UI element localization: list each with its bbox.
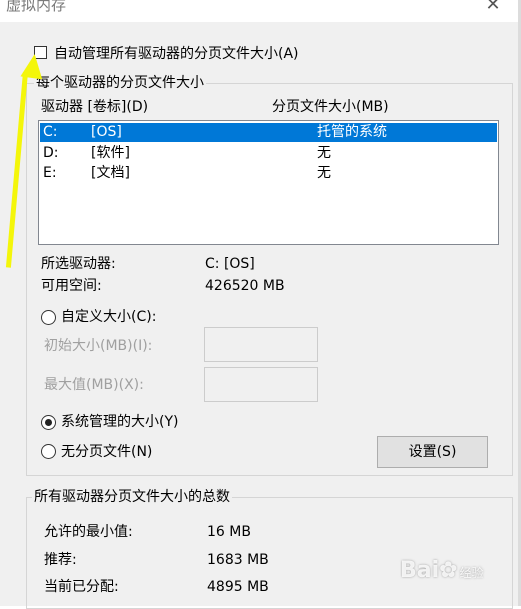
recommended-value: 1683 MB — [207, 552, 269, 568]
min-allowed-label: 允许的最小值: — [44, 524, 133, 540]
custom-size-label[interactable]: 自定义大小(C): — [61, 308, 156, 326]
drives-listbox[interactable]: C: [OS] 托管的系统 D: [软件] 无 E: [文档] 无 — [38, 120, 499, 245]
min-allowed-value: 16 MB — [207, 524, 251, 540]
close-icon[interactable]: ✕ — [482, 0, 504, 16]
drive-volume-label: [软件] — [91, 145, 130, 161]
drive-letter: D: — [43, 145, 59, 161]
drive-row-c[interactable]: C: [OS] 托管的系统 — [40, 123, 497, 142]
custom-size-radio[interactable] — [41, 310, 56, 325]
column-header-size: 分页文件大小(MB) — [272, 99, 389, 115]
no-paging-file-label[interactable]: 无分页文件(N) — [61, 443, 152, 461]
max-size-input[interactable] — [204, 367, 318, 402]
drive-letter: E: — [43, 165, 57, 181]
current-allocated-label: 当前已分配: — [44, 579, 119, 595]
system-managed-label[interactable]: 系统管理的大小(Y) — [61, 413, 178, 431]
watermark-suffix: 经验 — [459, 566, 484, 580]
drive-volume-label: [文档] — [91, 165, 130, 181]
selected-drive-value: C: [OS] — [205, 256, 255, 272]
drive-paging-size: 无 — [317, 145, 331, 161]
drive-paging-size: 托管的系统 — [317, 124, 387, 140]
watermark-text: Bai — [400, 558, 440, 583]
window-title: 虚拟内存 — [6, 0, 67, 14]
drive-paging-size: 无 — [317, 165, 331, 181]
free-space-value: 426520 MB — [205, 278, 285, 294]
current-allocated-value: 4895 MB — [207, 579, 269, 595]
drive-volume-label: [OS] — [91, 124, 122, 140]
annotation-arrow-icon — [20, 52, 46, 80]
totals-group-legend: 所有驱动器分页文件大小的总数 — [32, 488, 232, 506]
free-space-label: 可用空间: — [41, 278, 102, 294]
initial-size-label: 初始大小(MB)(I): — [44, 338, 153, 354]
drive-row-d[interactable]: D: [软件] 无 — [40, 144, 497, 163]
set-button[interactable]: 设置(S) — [377, 436, 488, 468]
title-bar: 虚拟内存 ✕ — [0, 0, 521, 22]
initial-size-input[interactable] — [204, 327, 318, 362]
column-header-drive: 驱动器 [卷标](D) — [41, 99, 149, 115]
paw-icon: ✿ — [439, 558, 458, 583]
drives-group-legend: 每个驱动器的分页文件大小 — [34, 74, 206, 92]
recommended-label: 推荐: — [44, 552, 77, 568]
auto-manage-label[interactable]: 自动管理所有驱动器的分页文件大小(A) — [54, 45, 299, 63]
selected-drive-label: 所选驱动器: — [41, 256, 116, 272]
baidu-watermark: Bai✿ 经验 — [400, 558, 484, 583]
system-managed-radio[interactable] — [41, 415, 56, 430]
no-paging-file-radio[interactable] — [41, 444, 56, 459]
max-size-label: 最大值(MB)(X): — [44, 377, 144, 393]
drive-letter: C: — [43, 124, 58, 140]
drive-row-e[interactable]: E: [文档] 无 — [40, 164, 497, 183]
